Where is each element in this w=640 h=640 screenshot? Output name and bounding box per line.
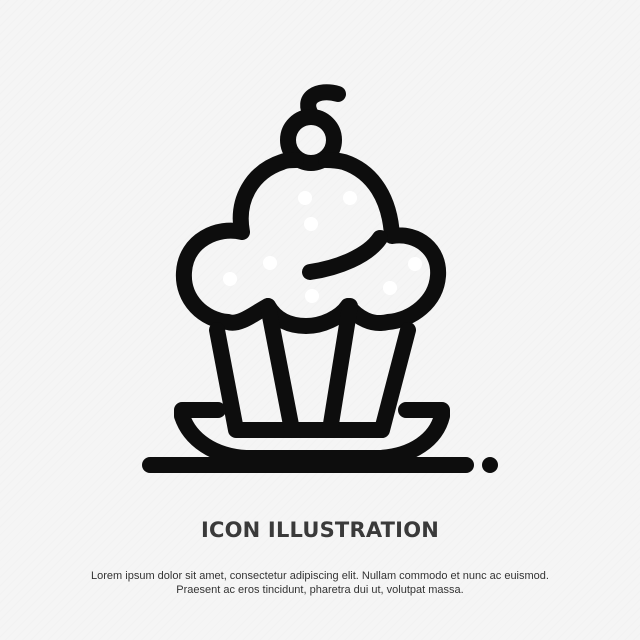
sprinkle <box>223 272 237 286</box>
cupcake-icon <box>0 0 640 500</box>
sprinkle <box>263 256 277 270</box>
sprinkle <box>383 281 397 295</box>
sprinkle <box>305 289 319 303</box>
illustration-title: ICON ILLUSTRATION <box>200 518 440 542</box>
sprinkle <box>304 217 318 231</box>
frosting-swirl <box>302 230 388 280</box>
sprinkle <box>298 191 312 205</box>
caption-line-2: Praesent ac eros tincidunt, pharetra dui… <box>176 584 464 596</box>
ground-dot <box>482 457 498 473</box>
illustration-caption: Lorem ipsum dolor sit amet, consectetur … <box>40 569 600 597</box>
sprinkle <box>408 257 422 271</box>
sprinkle <box>343 191 357 205</box>
illustration-canvas: ICON ILLUSTRATION Lorem ipsum dolor sit … <box>0 0 640 640</box>
cup-liner <box>209 322 416 438</box>
caption-line-1: Lorem ipsum dolor sit amet, consectetur … <box>91 570 549 582</box>
